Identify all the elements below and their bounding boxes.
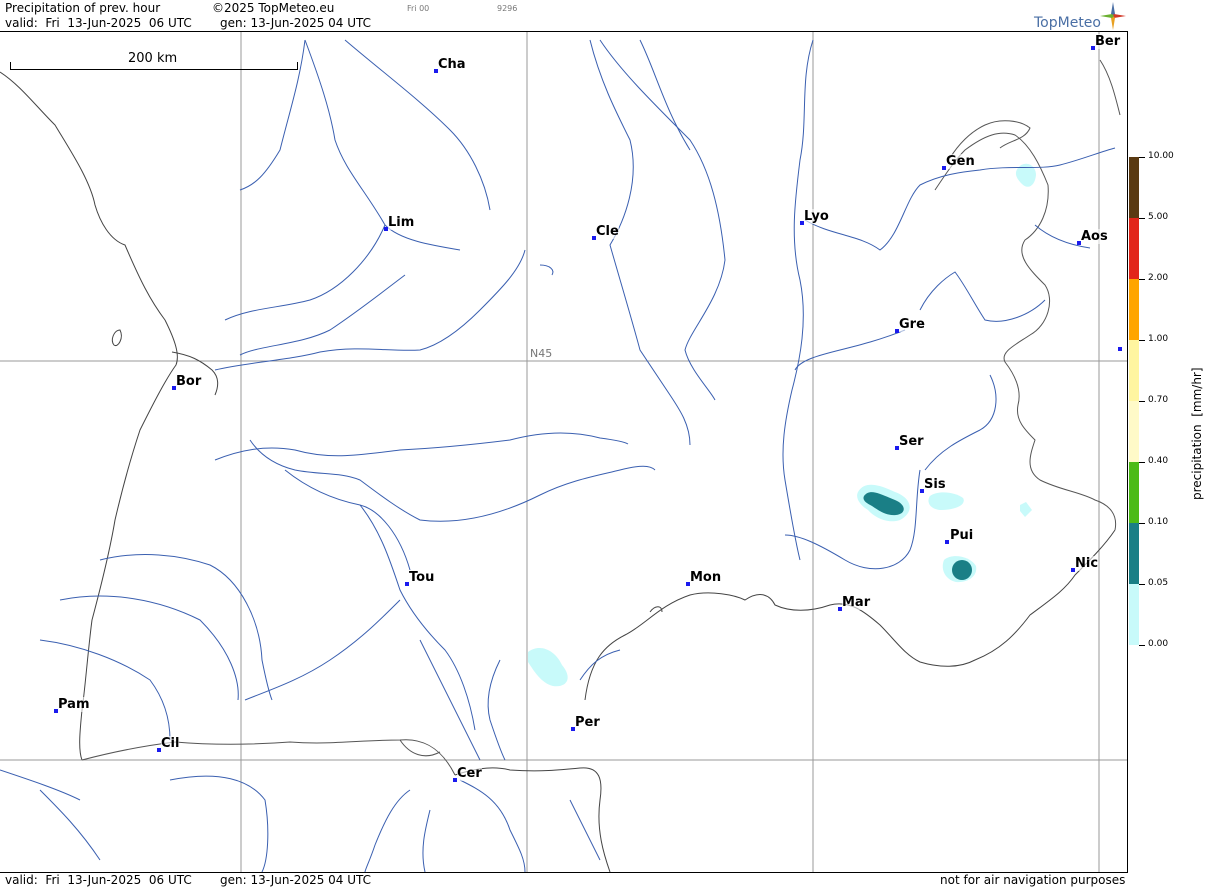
latitude-label: N45 [530, 347, 553, 360]
city-label-cle[interactable]: Cle [596, 224, 619, 239]
footer-valid-time: valid: Fri 13-Jun-2025 06 UTC [5, 873, 192, 887]
city-dot-pui [945, 540, 949, 544]
city-label-pam[interactable]: Pam [58, 697, 90, 712]
legend-tick [1139, 218, 1145, 219]
footer-note: not for air navigation purposes [940, 873, 1126, 887]
city-label-sis[interactable]: Sis [924, 477, 946, 492]
legend-tick [1139, 462, 1145, 463]
footer-gen-time: gen: 13-Jun-2025 04 UTC [220, 873, 372, 887]
legend-tick [1139, 401, 1145, 402]
legend-tick [1139, 279, 1145, 280]
legend-level-label: 0.00 [1148, 639, 1169, 649]
city-label-lim[interactable]: Lim [388, 215, 415, 230]
legend-swatch [1129, 401, 1139, 462]
legend-level-label: 5.00 [1148, 212, 1169, 222]
legend-color-bar [1129, 157, 1139, 645]
legend-title: precipitation [mm/hr] [1190, 367, 1204, 500]
legend-level-label: 10.00 [1148, 151, 1174, 161]
legend-swatch [1129, 584, 1139, 645]
city-label-mon[interactable]: Mon [690, 570, 722, 585]
gen-time: gen: 13-Jun-2025 04 UTC [220, 16, 372, 30]
city-label-ber[interactable]: Ber [1095, 34, 1121, 49]
legend-level-label: 0.10 [1148, 517, 1169, 527]
legend-swatch [1129, 157, 1139, 218]
city-label-cer[interactable]: Cer [457, 766, 482, 781]
legend-swatch [1129, 462, 1139, 523]
map-title: Precipitation of prev. hour [5, 1, 161, 15]
valid-time: valid: Fri 13-Jun-2025 06 UTC [5, 16, 192, 30]
scale-bar-label: 200 km [128, 51, 178, 66]
legend-tick [1139, 523, 1145, 524]
legend-swatch [1129, 340, 1139, 401]
legend-level-label: 0.05 [1148, 578, 1169, 588]
map-header: Precipitation of prev. hour ©2025 TopMet… [0, 0, 1128, 32]
legend-swatch [1129, 218, 1139, 279]
city-label-bor[interactable]: Bor [176, 374, 202, 389]
city-label-per[interactable]: Per [575, 715, 600, 730]
legend-tick [1139, 645, 1145, 646]
city-label-ser[interactable]: Ser [899, 434, 924, 449]
copyright: ©2025 TopMeteo.eu [212, 1, 335, 15]
legend-level-label: 1.00 [1148, 334, 1169, 344]
legend-swatch [1129, 523, 1139, 584]
legend-tick [1139, 584, 1145, 585]
city-label-mar[interactable]: Mar [842, 595, 871, 610]
code-label: 9296 [497, 4, 518, 13]
city-dot-edge [1118, 347, 1122, 351]
legend-level-label: 0.70 [1148, 395, 1169, 405]
city-label-pui[interactable]: Pui [950, 528, 974, 543]
city-label-tou[interactable]: Tou [409, 570, 435, 585]
city-label-gen[interactable]: Gen [946, 154, 975, 169]
city-label-cha[interactable]: Cha [438, 57, 466, 72]
compass-star-icon [1100, 2, 1126, 30]
legend-tick [1139, 340, 1145, 341]
coastline [0, 71, 1116, 872]
city-label-aos[interactable]: Aos [1081, 229, 1108, 244]
map-footer: valid: Fri 13-Jun-2025 06 UTC gen: 13-Ju… [0, 872, 1128, 887]
city-label-nic[interactable]: Nic [1075, 556, 1099, 571]
legend-level-label: 2.00 [1148, 273, 1169, 283]
legend-tick [1139, 157, 1145, 158]
city-label-lyo[interactable]: Lyo [804, 209, 829, 224]
precipitation-legend: 10.00 5.00 2.00 1.00 0.70 0.40 0.10 0.05 0.00 [1128, 0, 1219, 887]
legend-swatch [1129, 279, 1139, 340]
legend-level-label: 0.40 [1148, 456, 1169, 466]
run-label: Fri 00 [407, 4, 430, 13]
city-label-gre[interactable]: Gre [899, 317, 925, 332]
city-label-cil[interactable]: Cil [161, 736, 180, 751]
topmeteo-logo: TopMeteo [1034, 15, 1101, 31]
